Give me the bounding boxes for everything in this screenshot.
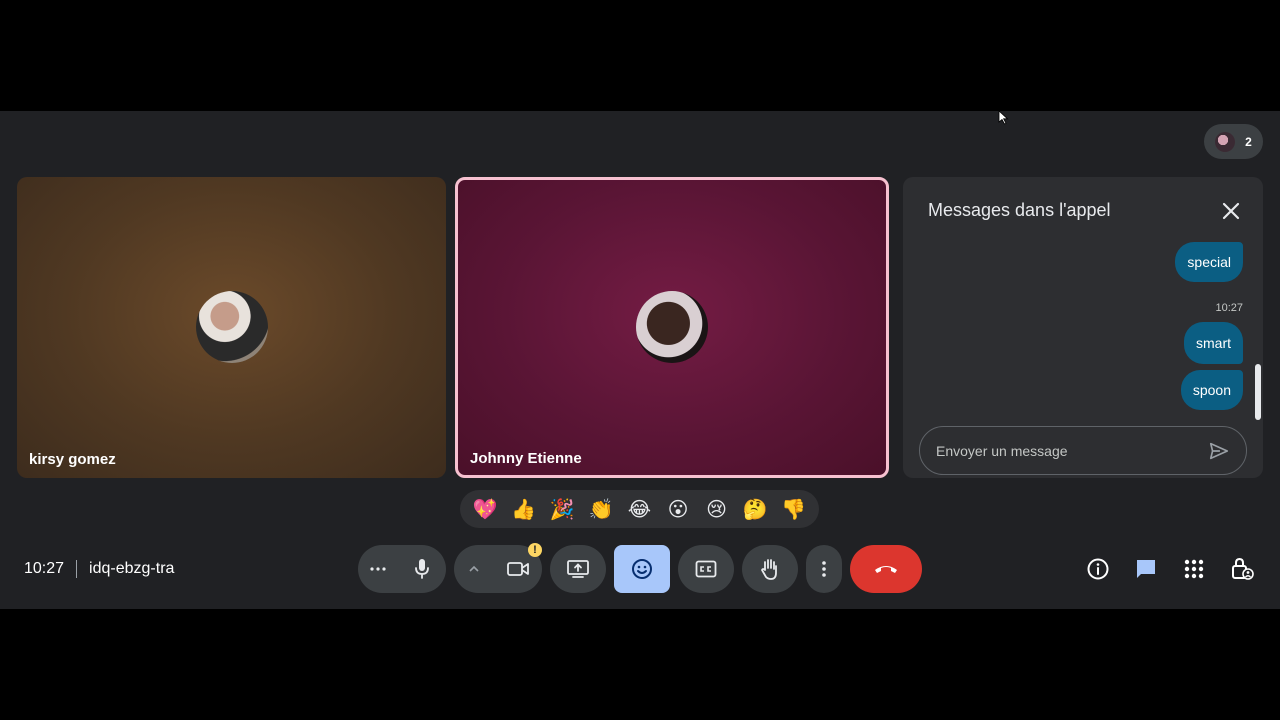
activities-button[interactable] [1180,555,1208,583]
microphone-icon [415,559,429,579]
reactions-button[interactable] [614,545,670,593]
microphone-button[interactable] [398,545,446,593]
chat-scrollbar[interactable] [1255,364,1261,420]
host-controls-button[interactable] [1228,555,1256,583]
more-vert-icon [822,561,826,577]
chevron-up-icon [469,565,479,572]
chat-message: special [1175,242,1243,282]
present-screen-icon [567,560,589,578]
raise-hand-icon [760,559,777,580]
close-chat-button[interactable] [1219,199,1243,223]
meet-window: 2 kirsy gomez Johnny Etienne Messages da… [0,111,1280,609]
reaction-surprised[interactable]: 😮 [662,493,694,525]
divider [76,560,78,578]
reaction-heart[interactable]: 💖 [469,493,501,525]
meeting-tools [1084,555,1256,583]
apps-grid-icon [1184,559,1204,579]
chat-message-input[interactable] [936,442,1208,459]
reaction-laugh[interactable]: 😂 [623,493,655,525]
closed-captions-icon [695,560,717,578]
participants-count: 2 [1245,134,1252,149]
raise-hand-button[interactable] [742,545,798,593]
participant-tile-johnny[interactable]: Johnny Etienne [455,177,889,478]
audio-options-button[interactable] [358,545,398,593]
meeting-time: 10:27 [24,560,65,577]
chat-title: Messages dans l'appel [928,200,1111,220]
chat-input-container [919,426,1247,475]
chat-timestamp: 10:27 [1215,302,1243,314]
meeting-code: idq-ebzg-tra [89,560,175,577]
video-options-button[interactable] [454,545,494,593]
avatar [636,291,708,363]
present-screen-button[interactable] [550,545,606,593]
chat-message: smart [1184,322,1243,364]
lock-person-icon [1232,557,1254,580]
reaction-thumbs-up[interactable]: 👍 [508,493,540,525]
info-icon [1087,558,1109,580]
participant-avatar-icon [1215,131,1236,152]
leave-call-button[interactable] [850,545,922,593]
meeting-details-button[interactable] [1084,555,1112,583]
reaction-party[interactable]: 🎉 [546,493,578,525]
call-controls: ! [358,543,922,593]
participant-name: kirsy gomez [29,451,116,468]
participant-tile-kirsy[interactable]: kirsy gomez [17,177,446,478]
chat-button[interactable] [1132,555,1160,583]
hang-up-icon [875,566,897,573]
reaction-clap[interactable]: 👏 [585,493,617,525]
more-options-button[interactable] [806,545,842,593]
warning-icon: ! [528,543,542,557]
chat-icon [1137,560,1155,578]
reactions-bar: 💖 👍 🎉 👏 😂 😮 😢 🤔 👎 [460,490,819,528]
smiley-icon [632,559,652,579]
close-icon [1222,202,1240,220]
reaction-sad[interactable]: 😢 [701,493,733,525]
more-horiz-icon [370,567,386,571]
mouse-cursor-icon [998,111,1009,125]
captions-button[interactable] [678,545,734,593]
reaction-thumbs-down[interactable]: 👎 [778,493,810,525]
camera-button[interactable]: ! [494,543,542,593]
meeting-info: 10:27 idq-ebzg-tra [24,560,174,578]
chat-panel: Messages dans l'appel special 10:27 smar… [903,177,1263,478]
video-controls: ! [454,543,542,593]
reaction-thinking[interactable]: 🤔 [739,493,771,525]
participant-name: Johnny Etienne [470,450,582,467]
chat-message: spoon [1180,370,1243,410]
send-icon[interactable] [1208,440,1230,462]
camera-icon [507,562,529,576]
audio-controls [358,545,446,593]
avatar [195,291,268,363]
participants-button[interactable]: 2 [1204,124,1263,159]
